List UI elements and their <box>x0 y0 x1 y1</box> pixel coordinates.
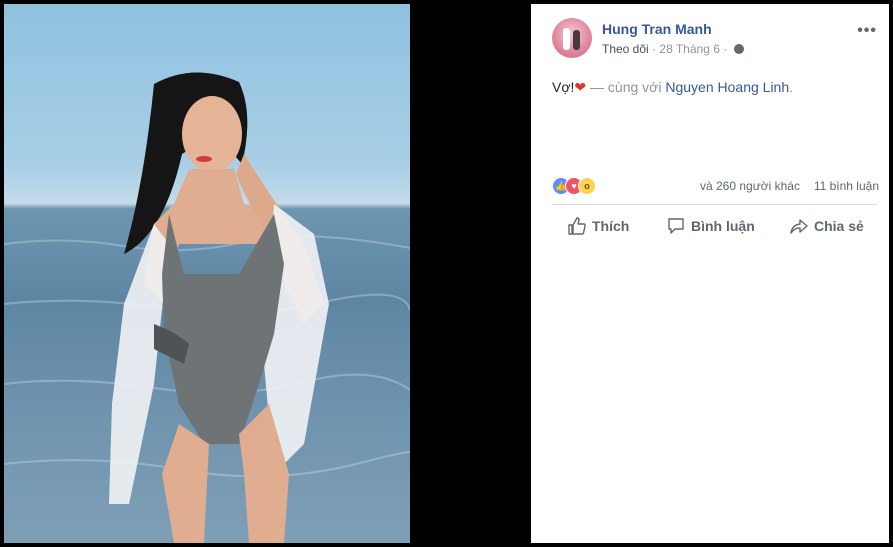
comment-icon <box>668 218 684 234</box>
post-header: Hung Tran Manh Theo dõi · 28 Tháng 6 · •… <box>552 18 877 62</box>
comment-button[interactable]: Bình luận <box>667 212 755 240</box>
post-stats: 👍 ♥ o và 260 người khác 11 bình luận <box>552 176 879 196</box>
comment-button-label: Bình luận <box>691 218 755 234</box>
post-actions: Thích Bình luận Chia sẻ <box>552 212 877 240</box>
share-button[interactable]: Chia sẻ <box>790 212 864 240</box>
meta-separator: · <box>652 42 657 56</box>
meta-separator: · <box>723 42 728 56</box>
reaction-count[interactable]: và 260 người khác <box>700 179 800 193</box>
reactions-summary[interactable]: 👍 ♥ o <box>552 177 612 195</box>
post-text-prefix: Vợ! <box>552 79 575 95</box>
post-text-suffix: . <box>789 79 794 95</box>
divider <box>552 204 877 205</box>
author-name[interactable]: Hung Tran Manh <box>602 21 712 37</box>
post-photo[interactable] <box>4 4 410 543</box>
avatar-figure <box>573 30 580 50</box>
avatar-figure <box>563 28 570 50</box>
comment-count[interactable]: 11 bình luận <box>814 179 879 193</box>
avatar[interactable] <box>552 18 592 58</box>
tagged-person-link[interactable]: Nguyen Hoang Linh <box>665 79 789 95</box>
share-button-label: Chia sẻ <box>814 218 864 234</box>
post-panel: Hung Tran Manh Theo dõi · 28 Tháng 6 · •… <box>531 4 889 543</box>
more-options-icon[interactable]: ••• <box>857 22 877 40</box>
with-text: — cùng với <box>590 79 662 95</box>
post-meta: Theo dõi · 28 Tháng 6 · <box>602 42 744 56</box>
post-date[interactable]: 28 Tháng 6 <box>659 42 720 56</box>
globe-icon[interactable] <box>733 44 744 54</box>
share-icon <box>790 219 808 234</box>
beach-photo-illustration <box>4 72 410 543</box>
wow-reaction-icon: o <box>578 177 596 195</box>
like-button[interactable]: Thích <box>568 212 629 240</box>
thumbs-up-icon <box>568 217 586 235</box>
follow-link[interactable]: Theo dõi <box>602 42 649 56</box>
post-text: Vợ!❤ — cùng với Nguyen Hoang Linh. <box>552 79 793 96</box>
heart-emoji-icon: ❤ <box>574 79 587 95</box>
like-button-label: Thích <box>592 218 630 234</box>
